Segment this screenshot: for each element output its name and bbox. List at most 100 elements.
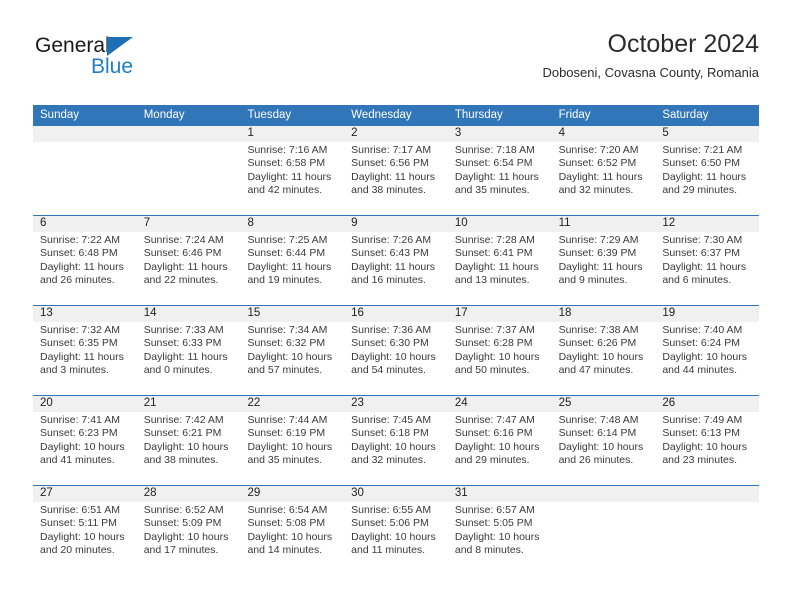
daylight-text-line2: and 47 minutes. bbox=[558, 364, 634, 377]
daylight-text-line2: and 29 minutes. bbox=[662, 184, 738, 197]
day-cell[interactable]: 26 Sunrise: 7:49 AM Sunset: 6:13 PM Dayl… bbox=[655, 395, 759, 485]
day-cell[interactable]: 18 Sunrise: 7:38 AM Sunset: 6:26 PM Dayl… bbox=[552, 305, 656, 395]
sunrise-text: Sunrise: 7:44 AM bbox=[247, 414, 328, 426]
day-details: Sunrise: 7:30 AM Sunset: 6:37 PM Dayligh… bbox=[662, 234, 753, 288]
day-cell[interactable]: 1 Sunrise: 7:16 AM Sunset: 6:58 PM Dayli… bbox=[240, 125, 344, 215]
sunrise-text: Sunrise: 7:25 AM bbox=[247, 234, 328, 246]
day-details: Sunrise: 7:40 AM Sunset: 6:24 PM Dayligh… bbox=[662, 324, 753, 378]
day-details: Sunrise: 7:25 AM Sunset: 6:44 PM Dayligh… bbox=[247, 234, 338, 288]
sunset-text: Sunset: 5:09 PM bbox=[143, 517, 222, 530]
day-cell[interactable]: 31 Sunrise: 6:57 AM Sunset: 5:05 PM Dayl… bbox=[448, 485, 552, 575]
daylight-text-line1: Daylight: 10 hours bbox=[662, 350, 747, 363]
daylight-text-line1: Daylight: 10 hours bbox=[247, 530, 333, 543]
day-cell[interactable]: 19 Sunrise: 7:40 AM Sunset: 6:24 PM Dayl… bbox=[655, 305, 759, 395]
sunset-text: Sunset: 6:48 PM bbox=[40, 247, 118, 260]
day-cell[interactable]: 3 Sunrise: 7:18 AM Sunset: 6:54 PM Dayli… bbox=[448, 125, 552, 215]
day-details: Sunrise: 7:20 AM Sunset: 6:52 PM Dayligh… bbox=[559, 144, 650, 198]
sunset-text: Sunset: 6:43 PM bbox=[351, 247, 429, 260]
day-number: 18 bbox=[558, 307, 572, 319]
sunrise-text: Sunrise: 7:42 AM bbox=[143, 414, 224, 426]
daylight-text-line1: Daylight: 10 hours bbox=[143, 440, 229, 453]
sunrise-text: Sunrise: 7:34 AM bbox=[247, 324, 328, 336]
title-block: October 2024 Doboseni, Covasna County, R… bbox=[542, 28, 759, 81]
day-cell[interactable]: 10 Sunrise: 7:28 AM Sunset: 6:41 PM Dayl… bbox=[448, 215, 552, 305]
day-cell[interactable]: 4 Sunrise: 7:20 AM Sunset: 6:52 PM Dayli… bbox=[552, 125, 656, 215]
brand-triangle-icon bbox=[107, 37, 133, 56]
day-number: 20 bbox=[40, 397, 53, 409]
day-cell[interactable]: 5 Sunrise: 7:21 AM Sunset: 6:50 PM Dayli… bbox=[655, 125, 759, 215]
day-cell[interactable]: 7 Sunrise: 7:24 AM Sunset: 6:46 PM Dayli… bbox=[137, 215, 241, 305]
sunrise-text: Sunrise: 7:38 AM bbox=[558, 324, 639, 336]
day-cell[interactable] bbox=[655, 485, 759, 575]
daylight-text-line2: and 38 minutes. bbox=[143, 454, 219, 467]
day-cell[interactable] bbox=[33, 125, 137, 215]
day-cell[interactable]: 16 Sunrise: 7:36 AM Sunset: 6:30 PM Dayl… bbox=[344, 305, 448, 395]
day-details: Sunrise: 7:28 AM Sunset: 6:41 PM Dayligh… bbox=[455, 234, 546, 288]
day-details: Sunrise: 7:34 AM Sunset: 6:32 PM Dayligh… bbox=[247, 324, 338, 378]
sunrise-text: Sunrise: 7:41 AM bbox=[40, 414, 120, 426]
day-cell[interactable]: 20 Sunrise: 7:41 AM Sunset: 6:23 PM Dayl… bbox=[33, 395, 137, 485]
sunrise-text: Sunrise: 7:17 AM bbox=[351, 144, 432, 156]
daylight-text-line1: Daylight: 10 hours bbox=[454, 440, 540, 453]
daylight-text-line2: and 32 minutes. bbox=[558, 184, 634, 197]
daylight-text-line1: Daylight: 10 hours bbox=[40, 530, 125, 543]
day-details: Sunrise: 6:52 AM Sunset: 5:09 PM Dayligh… bbox=[144, 504, 235, 558]
day-cell[interactable]: 15 Sunrise: 7:34 AM Sunset: 6:32 PM Dayl… bbox=[240, 305, 344, 395]
day-cell[interactable]: 22 Sunrise: 7:44 AM Sunset: 6:19 PM Dayl… bbox=[240, 395, 344, 485]
brand-logo[interactable]: General Blue bbox=[33, 34, 233, 90]
page-header: General Blue October 2024 Doboseni, Cova… bbox=[33, 28, 759, 98]
day-cell[interactable]: 21 Sunrise: 7:42 AM Sunset: 6:21 PM Dayl… bbox=[137, 395, 241, 485]
daylight-text-line1: Daylight: 11 hours bbox=[40, 350, 124, 363]
daylight-text-line1: Daylight: 10 hours bbox=[247, 350, 333, 363]
weekday-header-friday: Friday bbox=[558, 109, 591, 121]
daylight-text-line2: and 19 minutes. bbox=[247, 274, 323, 287]
day-cell[interactable]: 11 Sunrise: 7:29 AM Sunset: 6:39 PM Dayl… bbox=[552, 215, 656, 305]
daylight-text-line2: and 50 minutes. bbox=[454, 364, 530, 377]
day-cell[interactable]: 14 Sunrise: 7:33 AM Sunset: 6:33 PM Dayl… bbox=[137, 305, 241, 395]
sunrise-text: Sunrise: 7:18 AM bbox=[454, 144, 535, 156]
daylight-text-line1: Daylight: 10 hours bbox=[351, 530, 436, 543]
daylight-text-line2: and 9 minutes. bbox=[558, 274, 628, 287]
day-cell[interactable]: 27 Sunrise: 6:51 AM Sunset: 5:11 PM Dayl… bbox=[33, 485, 137, 575]
day-cell[interactable]: 28 Sunrise: 6:52 AM Sunset: 5:09 PM Dayl… bbox=[137, 485, 241, 575]
day-number: 29 bbox=[247, 487, 261, 499]
day-number bbox=[144, 125, 235, 142]
sunrise-text: Sunrise: 7:24 AM bbox=[143, 234, 224, 246]
day-cell[interactable]: 24 Sunrise: 7:47 AM Sunset: 6:16 PM Dayl… bbox=[448, 395, 552, 485]
day-cell[interactable]: 8 Sunrise: 7:25 AM Sunset: 6:44 PM Dayli… bbox=[240, 215, 344, 305]
sunset-text: Sunset: 6:32 PM bbox=[247, 337, 326, 350]
sunset-text: Sunset: 6:46 PM bbox=[143, 247, 222, 260]
day-number: 31 bbox=[454, 487, 468, 499]
day-number: 1 bbox=[247, 127, 254, 139]
day-cell[interactable]: 6 Sunrise: 7:22 AM Sunset: 6:48 PM Dayli… bbox=[33, 215, 137, 305]
day-cell[interactable]: 12 Sunrise: 7:30 AM Sunset: 6:37 PM Dayl… bbox=[655, 215, 759, 305]
sunset-text: Sunset: 6:35 PM bbox=[40, 337, 118, 350]
day-number: 26 bbox=[662, 397, 676, 409]
day-cell[interactable]: 30 Sunrise: 6:55 AM Sunset: 5:06 PM Dayl… bbox=[344, 485, 448, 575]
week-row: 13 Sunrise: 7:32 AM Sunset: 6:35 PM Dayl… bbox=[33, 305, 759, 395]
weekday-header-thursday: Thursday bbox=[454, 109, 503, 121]
day-cell[interactable]: 9 Sunrise: 7:26 AM Sunset: 6:43 PM Dayli… bbox=[344, 215, 448, 305]
day-cell[interactable]: 29 Sunrise: 6:54 AM Sunset: 5:08 PM Dayl… bbox=[240, 485, 344, 575]
day-cell[interactable]: 17 Sunrise: 7:37 AM Sunset: 6:28 PM Dayl… bbox=[448, 305, 552, 395]
day-cell[interactable] bbox=[137, 125, 241, 215]
day-details: Sunrise: 7:36 AM Sunset: 6:30 PM Dayligh… bbox=[351, 324, 442, 378]
day-number: 21 bbox=[143, 397, 157, 409]
daylight-text-line2: and 32 minutes. bbox=[351, 454, 426, 467]
daylight-text-line2: and 42 minutes. bbox=[247, 184, 323, 197]
day-cell[interactable]: 13 Sunrise: 7:32 AM Sunset: 6:35 PM Dayl… bbox=[33, 305, 137, 395]
day-cell[interactable]: 25 Sunrise: 7:48 AM Sunset: 6:14 PM Dayl… bbox=[552, 395, 656, 485]
sunset-text: Sunset: 6:54 PM bbox=[454, 157, 533, 170]
day-cell[interactable]: 2 Sunrise: 7:17 AM Sunset: 6:56 PM Dayli… bbox=[344, 125, 448, 215]
day-number: 16 bbox=[351, 307, 364, 319]
day-number: 17 bbox=[454, 307, 468, 319]
day-cell[interactable] bbox=[552, 485, 656, 575]
sunrise-text: Sunrise: 7:45 AM bbox=[351, 414, 432, 426]
daylight-text-line1: Daylight: 10 hours bbox=[40, 440, 125, 453]
sunset-text: Sunset: 6:30 PM bbox=[351, 337, 429, 350]
daylight-text-line1: Daylight: 11 hours bbox=[454, 170, 539, 183]
daylight-text-line2: and 3 minutes. bbox=[40, 364, 109, 377]
daylight-text-line1: Daylight: 11 hours bbox=[247, 170, 332, 183]
sunset-text: Sunset: 6:23 PM bbox=[40, 427, 118, 440]
day-cell[interactable]: 23 Sunrise: 7:45 AM Sunset: 6:18 PM Dayl… bbox=[344, 395, 448, 485]
